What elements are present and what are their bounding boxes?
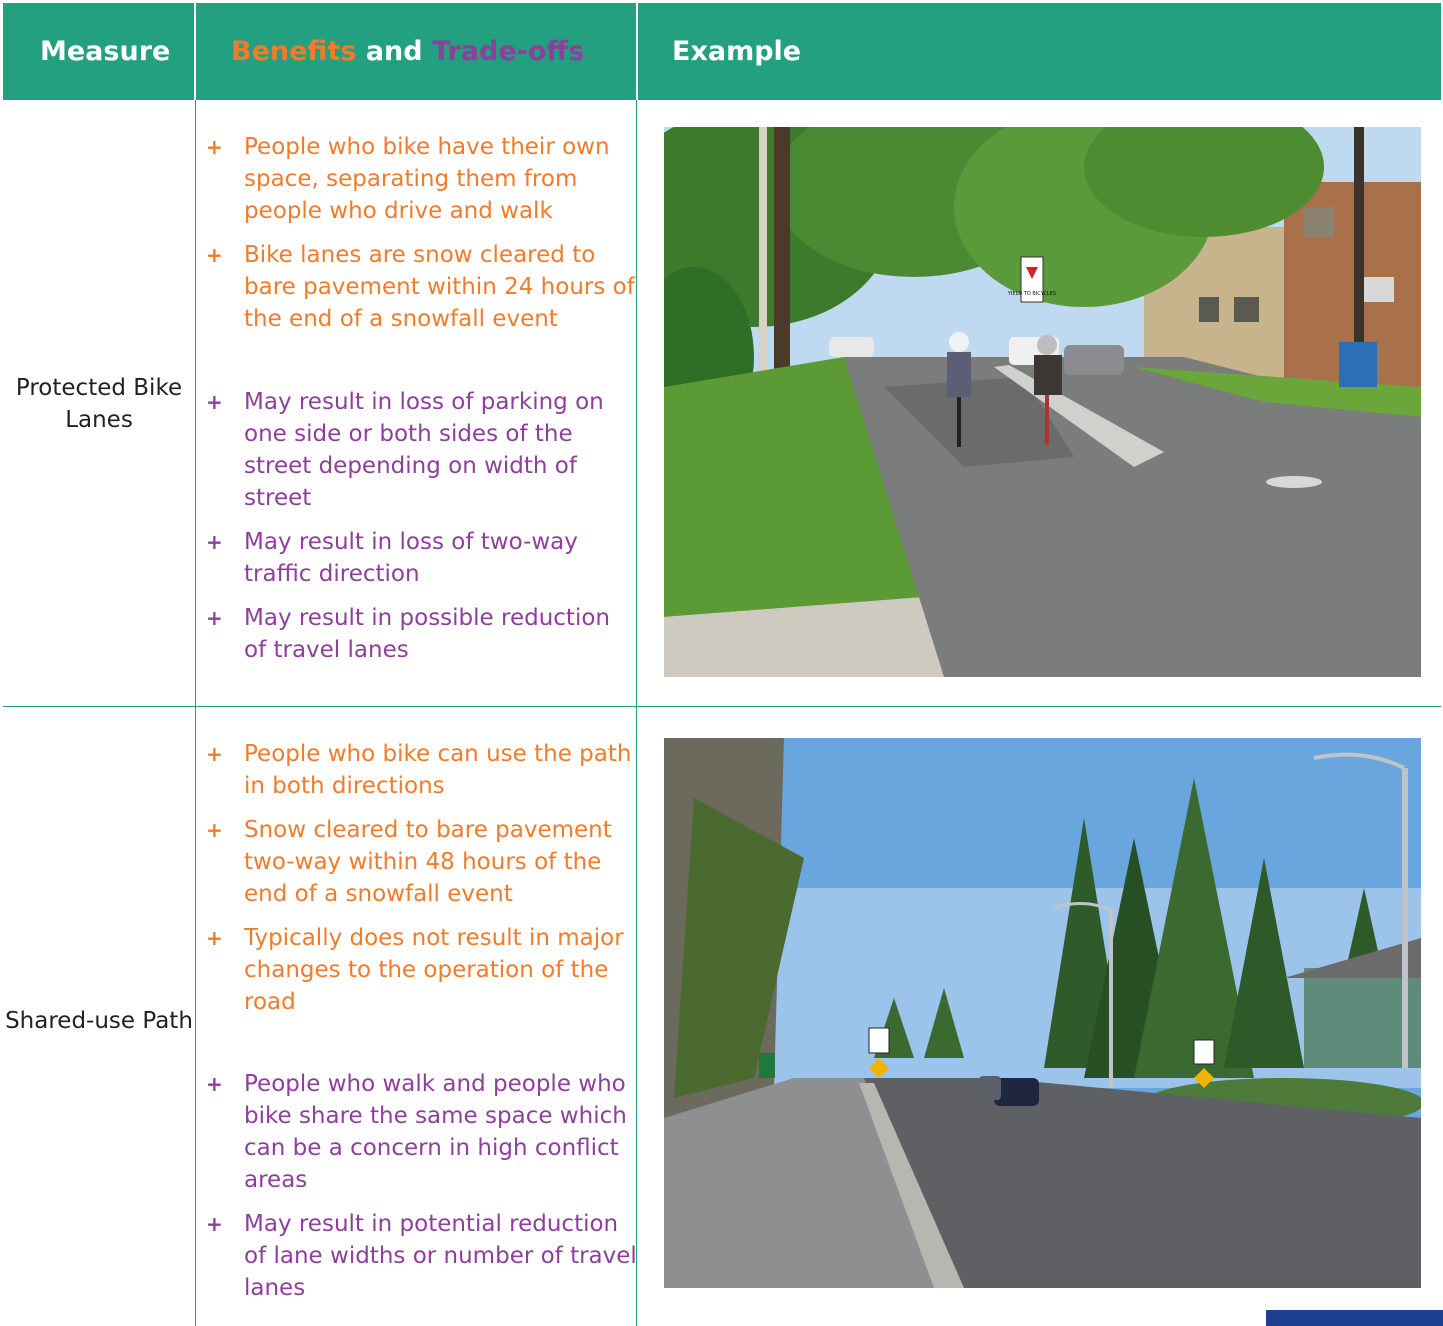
plus-icon: +: [206, 606, 223, 630]
plus-icon: +: [206, 135, 223, 159]
benefit-item: + Snow cleared to bare pavement two-way w…: [200, 814, 638, 910]
benefit-item: + People who bike have their own space, s…: [200, 131, 638, 227]
plus-icon: +: [206, 243, 223, 267]
plus-icon: +: [206, 818, 223, 842]
header-and-word: and: [356, 36, 432, 67]
tradeoff-item: + People who walk and people who bike sha…: [200, 1068, 638, 1196]
yield-sign-text: YIELD TO BICYCLES: [1007, 291, 1056, 297]
header-divider: [194, 3, 196, 100]
header-benefits-word: Benefits: [231, 36, 357, 67]
corner-pattern-decoration: [1266, 1310, 1443, 1326]
header-example: Example: [672, 36, 802, 67]
tradeoff-item: + May result in loss of parking on one si…: [200, 386, 638, 514]
benefit-item: + Bike lanes are snow cleared to bare pav…: [200, 239, 638, 335]
benefits-list: + People who bike can use the path in bot…: [200, 738, 638, 1030]
measure-shared-use-path: Shared-use Path: [5, 1008, 193, 1034]
measure-protected-bike-lanes: Protected Bike Lanes: [15, 375, 183, 433]
benefit-item: + Typically does not result in major chan…: [200, 922, 638, 1018]
plus-icon: +: [206, 926, 223, 950]
plus-icon: +: [206, 1072, 223, 1096]
plus-icon: +: [206, 742, 223, 766]
benefit-item: + People who bike can use the path in bot…: [200, 738, 638, 802]
plus-icon: +: [206, 390, 223, 414]
header-tradeoffs-word: Trade-offs: [432, 36, 585, 67]
tradeoffs-list: + May result in loss of parking on one si…: [200, 386, 638, 678]
plus-icon: +: [206, 530, 223, 554]
header-benefits-tradeoffs: Benefits and Trade-offs: [231, 3, 584, 100]
tradeoff-item: + May result in loss of two-way traffic d…: [200, 526, 638, 590]
tradeoff-item: + May result in possible reduction of tra…: [200, 602, 638, 666]
header-divider: [636, 3, 638, 100]
column-divider: [195, 100, 196, 1326]
tradeoffs-list: + People who walk and people who bike sha…: [200, 1068, 638, 1316]
benefits-list: + People who bike have their own space, s…: [200, 131, 638, 347]
photo-protected-bike-lane: YIELD TO BICYCLES: [664, 127, 1421, 677]
header-measure: Measure: [40, 36, 171, 67]
tradeoff-item: + May result in potential reduction of la…: [200, 1208, 638, 1304]
photo-shared-use-path: [664, 738, 1421, 1288]
row-divider: [3, 706, 1441, 707]
table-header: Measure Benefits and Trade-offs Example: [3, 3, 1441, 100]
plus-icon: +: [206, 1212, 223, 1236]
